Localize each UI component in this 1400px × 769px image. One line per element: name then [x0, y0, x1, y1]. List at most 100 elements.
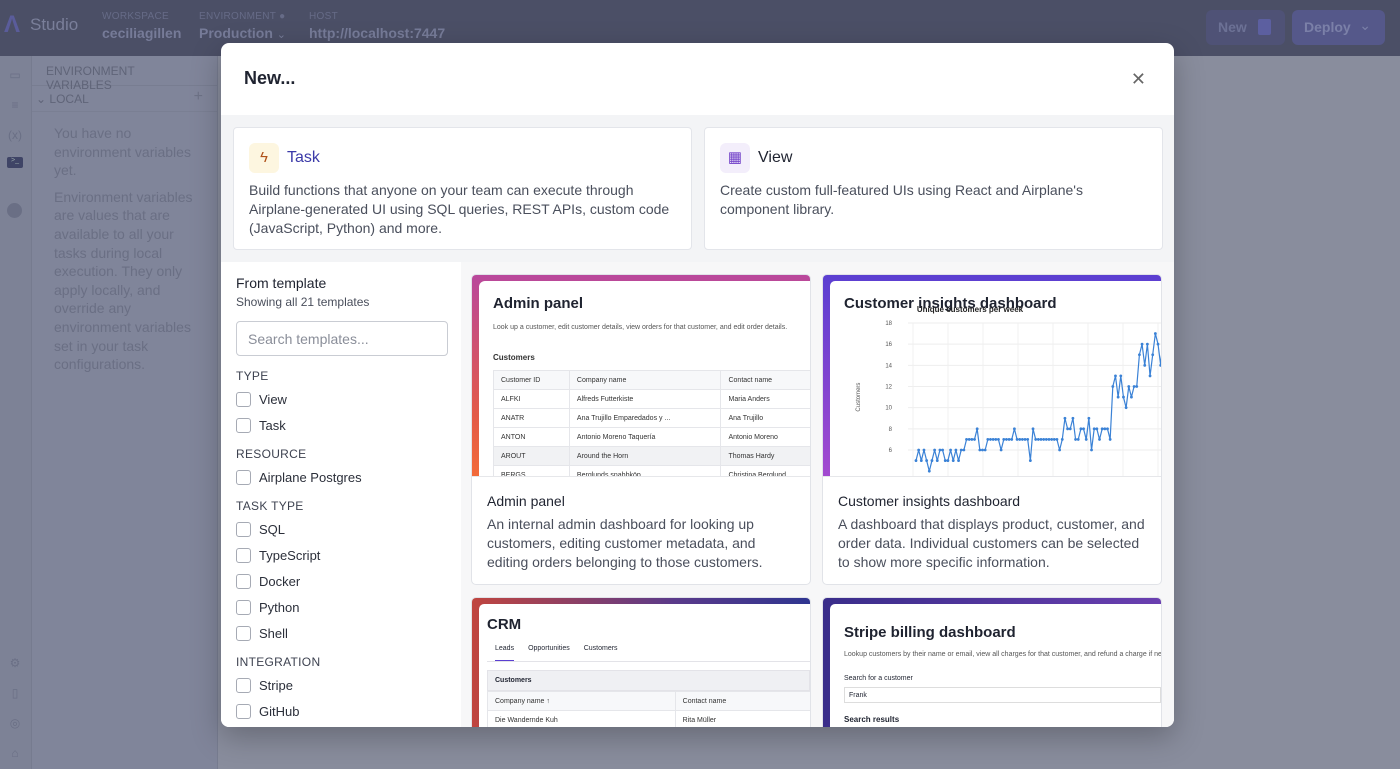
- app-name: Studio: [30, 15, 79, 34]
- help-circle-icon[interactable]: ◎: [7, 716, 23, 730]
- data-point: [989, 438, 992, 441]
- data-point: [1031, 427, 1035, 431]
- template-filters: From template Showing all 21 templates T…: [221, 262, 461, 727]
- table-cell: Die Wandernde Kuh: [487, 710, 676, 727]
- table-cell: Thomas Hardy: [720, 446, 810, 466]
- checkbox[interactable]: [236, 548, 251, 563]
- column-header: Company name: [568, 370, 722, 390]
- filter-checkbox[interactable]: Docker: [236, 573, 446, 590]
- new-view-card[interactable]: ▦ View Create custom full-featured UIs us…: [704, 127, 1163, 250]
- host-info: HOST http://localhost:7447: [309, 11, 445, 41]
- template-description: An internal admin dashboard for looking …: [487, 516, 763, 570]
- checkbox-label: GitHub: [259, 704, 300, 719]
- filter-checkbox[interactable]: View: [236, 391, 446, 408]
- terminal-icon[interactable]: >_: [7, 157, 23, 168]
- data-point: [1039, 438, 1043, 441]
- preview-tab: Opportunities: [528, 645, 570, 652]
- filter-checkbox[interactable]: TypeScript: [236, 547, 446, 564]
- preview-tabs: Leads Opportunities Customers: [487, 645, 810, 662]
- chart-title: Unique customers per week: [917, 305, 1024, 314]
- env-vars-panel: ENVIRONMENT VARIABLES ⌄ LOCAL + You have …: [32, 56, 218, 769]
- checkbox[interactable]: [236, 574, 251, 589]
- data-point: [1140, 342, 1144, 346]
- data-point: [1028, 459, 1032, 462]
- template-card-crm[interactable]: CRM Leads Opportunities Customers Customer…: [471, 597, 811, 727]
- table-cell: Christina Berglund: [720, 465, 810, 476]
- filter-group-label: TYPE: [236, 369, 269, 383]
- filter-checkbox[interactable]: Airplane Postgres: [236, 469, 446, 486]
- close-icon[interactable]: ✕: [1131, 69, 1146, 90]
- home-icon[interactable]: ⌂: [7, 746, 23, 760]
- table-cell: Rita Müller: [674, 710, 810, 727]
- table-cell: ANTON: [493, 427, 570, 447]
- preview-title: Admin panel: [493, 295, 584, 312]
- data-point: [994, 438, 998, 441]
- checkbox-label: TypeScript: [259, 548, 321, 563]
- checkbox[interactable]: [236, 392, 251, 407]
- checkbox[interactable]: [236, 704, 251, 719]
- environment-value: Production: [199, 25, 273, 41]
- variables-icon[interactable]: (x): [7, 128, 23, 142]
- checkbox[interactable]: [236, 678, 251, 693]
- preview-description: Look up a customer, edit customer detail…: [493, 324, 788, 331]
- book-icon[interactable]: ▯: [7, 686, 23, 700]
- data-point: [1066, 427, 1069, 431]
- data-point: [1007, 438, 1011, 441]
- preview-section: Customers: [493, 353, 535, 362]
- checkbox[interactable]: [236, 470, 251, 485]
- environment-selector[interactable]: ENVIRONMENT ● Production ⌄: [199, 11, 286, 41]
- filter-checkbox[interactable]: Task: [236, 417, 446, 434]
- data-point: [1005, 438, 1008, 441]
- checkbox[interactable]: [236, 522, 251, 537]
- data-point: [1135, 385, 1139, 388]
- table-row: BERGS Berglunds snabbköp Christina Berglun…: [493, 465, 810, 476]
- data-point: [1116, 395, 1120, 399]
- table-row: ANATR Ana Trujillo Emparedados y ... Ana T…: [493, 408, 810, 428]
- checkbox-label: Python: [259, 600, 300, 615]
- deploy-button[interactable]: Deploy ⌄: [1292, 10, 1385, 45]
- data-point: [997, 438, 1000, 441]
- checkbox[interactable]: [236, 626, 251, 641]
- search-templates-input[interactable]: [236, 321, 448, 356]
- new-modal: New... ✕ ϟ Task Build functions that anyon…: [221, 43, 1174, 727]
- filter-checkbox[interactable]: GitHub: [236, 703, 446, 720]
- data-point: [1034, 438, 1038, 441]
- checkbox-label: SQL: [259, 522, 286, 537]
- data-point: [1044, 438, 1048, 441]
- filter-checkbox[interactable]: Stripe: [236, 677, 446, 694]
- logo[interactable]: Λ Studio: [4, 13, 79, 37]
- data-point: [1119, 374, 1123, 378]
- filter-checkbox[interactable]: Shell: [236, 625, 446, 642]
- template-card-admin-panel[interactable]: Admin panel Look up a customer, edit cus…: [471, 274, 811, 585]
- help-icon[interactable]: ●: [279, 11, 285, 22]
- plugin-icon[interactable]: [7, 203, 22, 218]
- table-cell: Maria Anders: [720, 389, 810, 409]
- checkbox[interactable]: [236, 418, 251, 433]
- workspace-label: WORKSPACE: [102, 11, 169, 22]
- y-tick-label: 18: [885, 321, 892, 327]
- preview-section: Customers: [487, 670, 810, 691]
- data-point: [967, 438, 971, 441]
- monitor-icon[interactable]: ▭: [7, 68, 23, 82]
- local-section-toggle[interactable]: ⌄ LOCAL +: [32, 86, 217, 112]
- new-task-card[interactable]: ϟ Task Build functions that anyone on you…: [233, 127, 692, 250]
- database-icon[interactable]: ≡: [7, 98, 23, 112]
- filter-checkbox[interactable]: Python: [236, 599, 446, 616]
- new-button[interactable]: New: [1206, 10, 1285, 45]
- customers-chart: Unique customers per week 6 8 10 12 14 16 18 Cus…: [856, 305, 1161, 476]
- data-point: [1002, 438, 1006, 441]
- column-header: Company name ↑: [487, 691, 676, 711]
- y-tick-label: 14: [885, 363, 892, 369]
- card-description: Build functions that anyone on your team…: [249, 182, 670, 236]
- template-card-customer-insights[interactable]: Customer insights dashboard Unique custo…: [822, 274, 1162, 585]
- filter-checkbox[interactable]: SQL: [236, 521, 446, 538]
- data-point: [1013, 427, 1016, 431]
- checkbox[interactable]: [236, 600, 251, 615]
- settings-icon[interactable]: ⚙: [7, 656, 23, 670]
- workspace-selector[interactable]: WORKSPACE ceciliagillen: [102, 11, 181, 41]
- data-point: [1036, 438, 1040, 441]
- data-point: [1055, 438, 1059, 441]
- template-card-stripe-billing[interactable]: Stripe billing dashboard Lookup customer…: [822, 597, 1162, 727]
- add-variable-button[interactable]: +: [194, 88, 203, 106]
- template-name: Customer insights dashboard: [838, 493, 1021, 509]
